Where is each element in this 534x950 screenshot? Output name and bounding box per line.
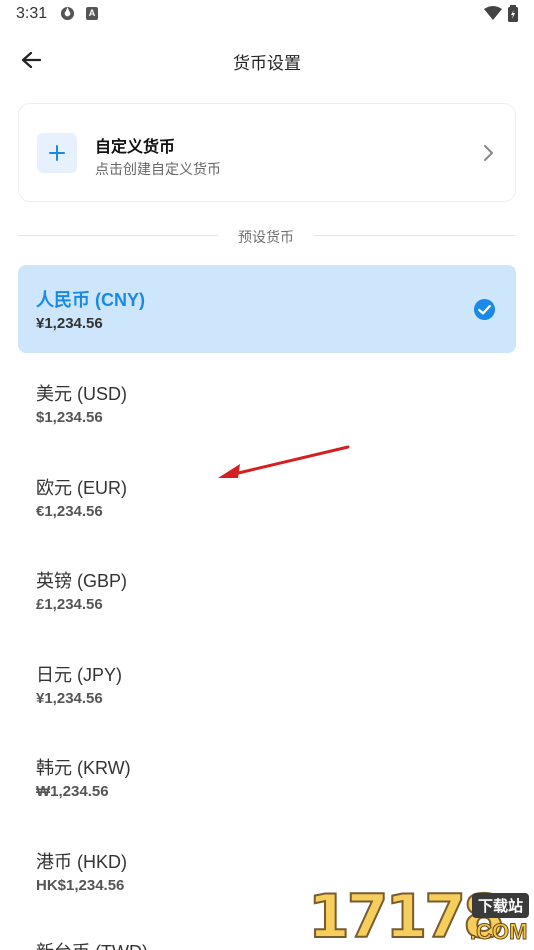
- notification-icon: A: [86, 7, 98, 20]
- currency-name: 韩元 (KRW): [36, 758, 131, 778]
- wifi-icon: [484, 6, 502, 20]
- plus-button: [37, 133, 77, 173]
- plus-icon: [49, 145, 65, 161]
- currency-amount: ¥1,234.56: [36, 315, 103, 332]
- custom-currency-card[interactable]: 自定义货币 点击创建自定义货币: [18, 103, 516, 202]
- watermark-badge: 下载站: [472, 893, 530, 918]
- preset-currencies-label: 预设货币: [238, 229, 294, 245]
- status-bar: 3:31 A: [0, 0, 534, 28]
- custom-currency-subtitle: 点击创建自定义货币: [95, 161, 221, 177]
- currency-name: 美元 (USD): [36, 384, 127, 404]
- currency-amount: ¥1,234.56: [36, 690, 103, 707]
- currency-name: 日元 (JPY): [36, 665, 123, 685]
- battery-icon: [508, 5, 518, 22]
- watermark-suffix: .COM: [469, 919, 528, 945]
- custom-currency-title: 自定义货币: [95, 139, 176, 156]
- currency-name: 英镑 (GBP): [36, 571, 128, 591]
- currency-name: 欧元 (EUR): [36, 478, 127, 498]
- currency-name: 新台币 (TWD): [36, 938, 148, 950]
- currency-item-gbp[interactable]: 英镑 (GBP) £1,234.56: [18, 546, 516, 634]
- page-title: 货币设置: [233, 54, 301, 73]
- currency-name: 港币 (HKD): [36, 852, 127, 872]
- divider-left: [18, 235, 218, 236]
- currency-name: 人民币 (CNY): [36, 290, 145, 310]
- chevron-right-icon: [484, 145, 493, 161]
- currency-amount: $1,234.56: [36, 409, 103, 426]
- annotation-arrow: [218, 445, 350, 478]
- status-time: 3:31: [16, 5, 48, 22]
- site-watermark: 17178 下载站 .COM: [307, 885, 534, 950]
- currency-amount: ₩1,234.56: [36, 783, 109, 800]
- currency-amount: HK$1,234.56: [36, 877, 125, 894]
- currency-amount: €1,234.56: [36, 503, 103, 520]
- app-header: 货币设置: [0, 36, 534, 84]
- currency-item-usd[interactable]: 美元 (USD) $1,234.56: [18, 359, 516, 447]
- divider-right: [314, 235, 516, 236]
- currency-item-krw[interactable]: 韩元 (KRW) ₩1,234.56: [18, 733, 516, 821]
- currency-amount: £1,234.56: [36, 596, 103, 613]
- currency-item-jpy[interactable]: 日元 (JPY) ¥1,234.56: [18, 640, 516, 728]
- sync-icon: [60, 6, 75, 21]
- check-circle-icon: [473, 298, 496, 321]
- currency-item-cny[interactable]: 人民币 (CNY) ¥1,234.56: [18, 265, 516, 353]
